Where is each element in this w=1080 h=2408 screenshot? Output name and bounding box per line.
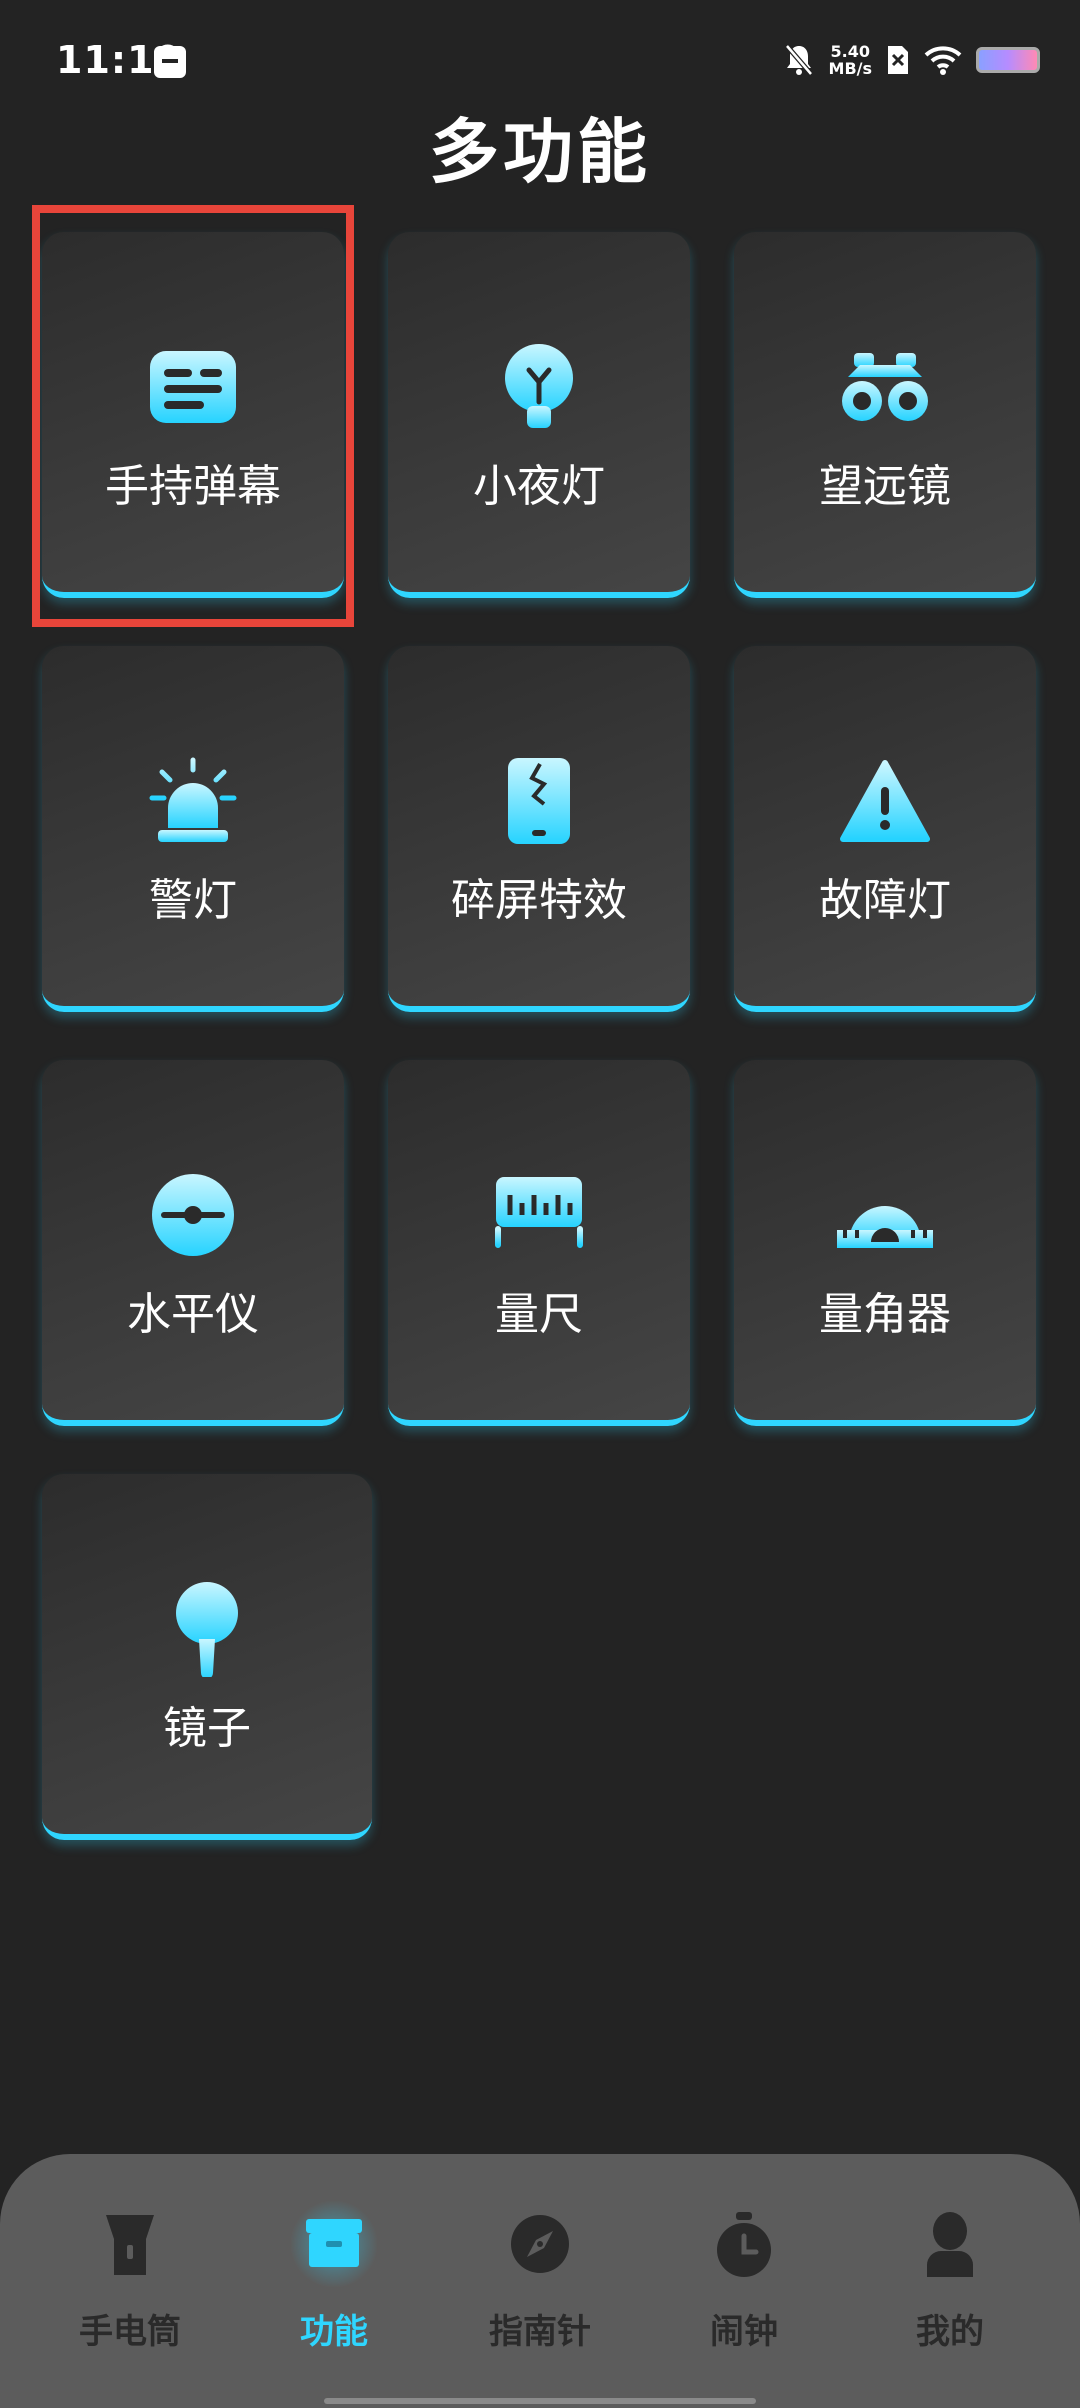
nav-tab-flashlight[interactable]: 手电筒 [40,2204,220,2374]
warning-triangle-icon [734,756,1036,846]
hand-mirror-icon [42,1582,372,1677]
feature-card-fault-light[interactable]: 故障灯 [734,646,1036,1012]
nav-tab-compass[interactable]: 指南针 [450,2204,630,2374]
feature-label: 警灯 [149,875,237,926]
network-speed: 5.40 MB/s [829,43,872,77]
cracked-screen-icon [388,756,690,846]
bell-muted-icon [784,44,813,76]
calendar-notification-icon [154,46,186,78]
net-speed-value: 5.40 [830,42,870,61]
feature-card-ruler[interactable]: 量尺 [388,1060,690,1426]
no-sim-icon [888,46,908,74]
battery-icon [976,47,1040,73]
page-title: 多功能 [429,111,651,193]
ruler-icon [388,1170,690,1260]
feature-label: 量角器 [819,1289,951,1340]
feature-card-protractor[interactable]: 量角器 [734,1060,1036,1426]
profile-icon [860,2204,1040,2284]
nav-tab-alarm[interactable]: 闹钟 [654,2204,834,2374]
nav-label: 指南针 [489,2312,591,2352]
feature-card-level[interactable]: 水平仪 [42,1060,344,1426]
alarm-clock-icon [654,2204,834,2284]
nav-tab-features[interactable]: 功能 [244,2200,424,2374]
nav-label: 闹钟 [710,2312,778,2352]
net-speed-unit: MB/s [828,59,872,78]
nav-label: 手电筒 [79,2312,181,2352]
night-light-bulb-icon [388,342,690,432]
feature-card-night-light[interactable]: 小夜灯 [388,232,690,598]
toolbox-icon [244,2200,424,2288]
compass-icon [450,2204,630,2284]
bottom-nav: 手电筒 功能 指南针 闹钟 我的 [0,2154,1080,2408]
wifi-icon [924,46,962,75]
binoculars-icon [734,342,1036,432]
feature-card-telescope[interactable]: 望远镜 [734,232,1036,598]
nav-label: 功能 [300,2312,368,2352]
feature-label: 小夜灯 [473,461,605,512]
protractor-icon [734,1170,1036,1260]
feature-label: 镜子 [163,1703,251,1754]
feature-label: 故障灯 [819,875,951,926]
feature-card-mirror[interactable]: 镜子 [42,1474,372,1840]
nav-tab-profile[interactable]: 我的 [860,2204,1040,2374]
level-icon [42,1170,344,1260]
status-indicators: 5.40 MB/s [783,40,1040,80]
feature-card-police-light[interactable]: 警灯 [42,646,344,1012]
feature-label: 望远镜 [819,461,951,512]
feature-card-cracked-screen[interactable]: 碎屏特效 [388,646,690,1012]
selection-highlight [32,205,354,627]
nav-label: 我的 [916,2312,984,2352]
police-siren-icon [42,756,344,846]
home-indicator[interactable] [324,2398,756,2404]
feature-label: 量尺 [495,1289,583,1340]
feature-label: 水平仪 [127,1289,259,1340]
feature-label: 碎屏特效 [451,875,627,926]
flashlight-icon [40,2204,220,2284]
